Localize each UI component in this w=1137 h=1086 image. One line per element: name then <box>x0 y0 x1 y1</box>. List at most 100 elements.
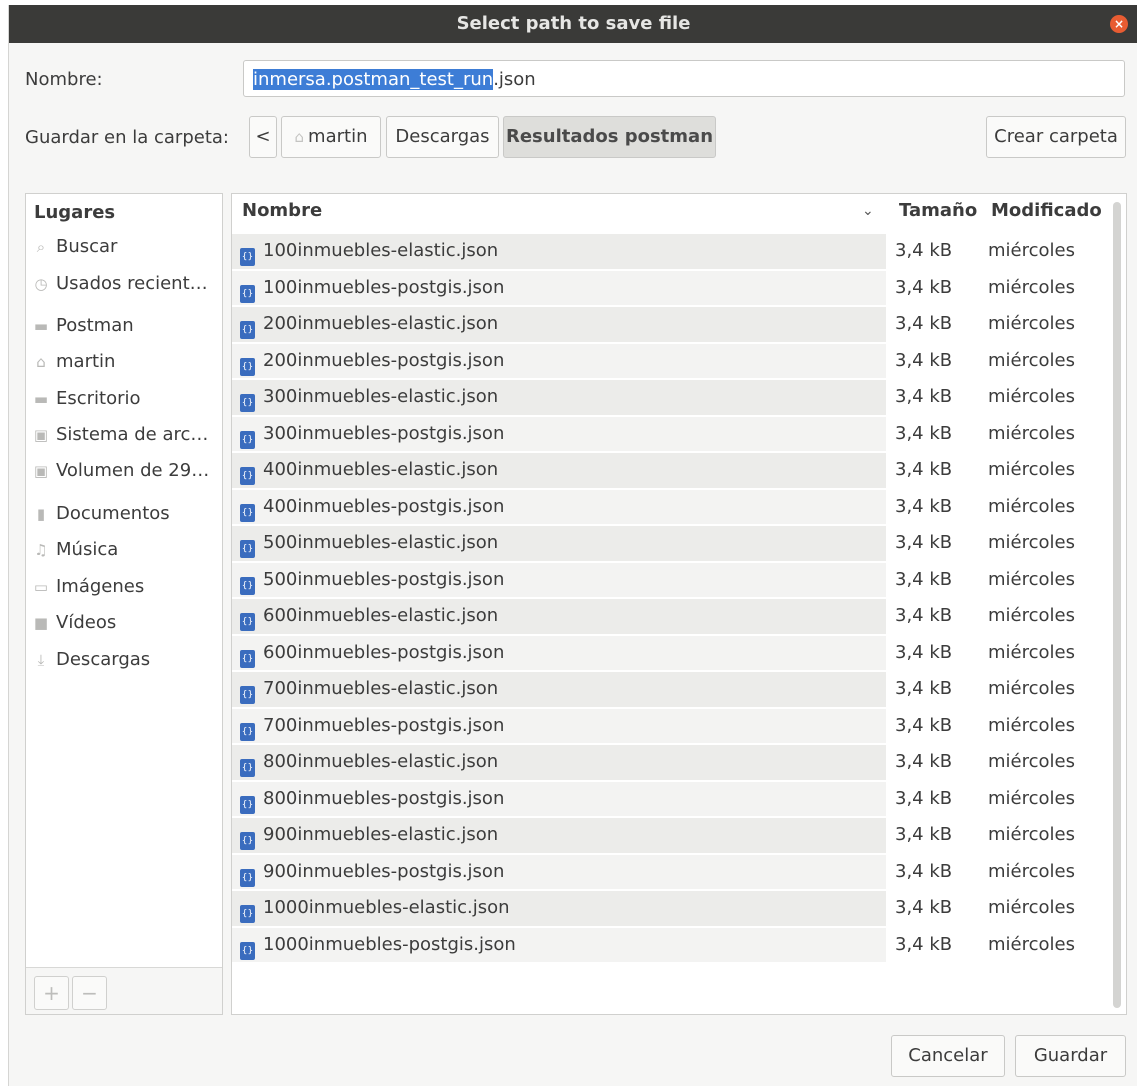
file-name-cell: {} 400inmuebles-elastic.json <box>232 453 886 488</box>
file-name-cell: {} 200inmuebles-postgis.json <box>232 343 886 378</box>
sidebar-item-videos[interactable]: ■ Vídeos <box>32 608 116 638</box>
sidebar-item-martin[interactable]: ⌂ martin <box>32 347 115 377</box>
file-list: Nombre ⌄ Tamaño Modificado {} 100inmueble… <box>231 193 1127 1015</box>
table-row[interactable]: {} 400inmuebles-elastic.json 3,4 kB miércol… <box>232 452 1110 489</box>
file-name: 900inmuebles-postgis.json <box>263 860 505 882</box>
places-sidebar: Lugares ⌕ Buscar ◷ Usados recient… ▬ Postma… <box>25 193 223 1015</box>
file-modified: miércoles <box>988 276 1075 298</box>
json-file-icon: {} <box>240 613 255 631</box>
json-file-icon: {} <box>240 357 255 376</box>
json-file-icon: {} <box>240 576 255 595</box>
table-row[interactable]: {} 900inmuebles-postgis.json 3,4 kB miércol… <box>232 854 1110 891</box>
table-row[interactable]: {} 300inmuebles-elastic.json 3,4 kB miércol… <box>232 379 1110 416</box>
file-name-cell: {} 200inmuebles-elastic.json <box>232 307 886 342</box>
file-modified: miércoles <box>988 678 1075 699</box>
table-row[interactable]: {} 700inmuebles-postgis.json 3,4 kB miércol… <box>232 708 1110 745</box>
cancel-button[interactable]: Cancelar <box>891 1035 1005 1077</box>
file-name: 600inmuebles-elastic.json <box>263 605 499 626</box>
create-folder-button[interactable]: Crear carpeta <box>986 116 1126 158</box>
json-file-icon: {} <box>240 540 255 558</box>
json-file-icon: {} <box>240 394 255 412</box>
file-modified: miércoles <box>988 641 1075 663</box>
table-row[interactable]: {} 600inmuebles-elastic.json 3,4 kB miércol… <box>232 598 1110 635</box>
file-name-cell: {} 900inmuebles-postgis.json <box>232 854 886 889</box>
sidebar-item-label: Escritorio <box>56 388 141 409</box>
clock-icon: ◷ <box>34 275 48 293</box>
path-back-button[interactable]: < <box>249 116 277 158</box>
sidebar-item-imagenes[interactable]: ▭ Imágenes <box>32 572 144 602</box>
sidebar-item-postman[interactable]: ▬ Postman <box>32 311 134 341</box>
path-crumb-label: Descargas <box>395 126 490 147</box>
table-row[interactable]: {} 500inmuebles-postgis.json 3,4 kB miércol… <box>232 562 1110 599</box>
table-row[interactable]: {} 100inmuebles-elastic.json 3,4 kB miércol… <box>232 233 1110 270</box>
sidebar-item-recent[interactable]: ◷ Usados recient… <box>32 269 207 299</box>
vertical-scrollbar[interactable] <box>1113 202 1121 1008</box>
table-row[interactable]: {} 300inmuebles-postgis.json 3,4 kB miércol… <box>232 416 1110 453</box>
column-header-modified[interactable]: Modificado <box>991 194 1102 228</box>
file-name: 600inmuebles-postgis.json <box>263 641 505 663</box>
path-crumb-martin[interactable]: ⌂ martin <box>281 116 381 158</box>
close-icon[interactable]: × <box>1110 15 1128 33</box>
file-size: 3,4 kB <box>895 276 953 298</box>
file-name: 700inmuebles-elastic.json <box>263 678 499 699</box>
file-size: 3,4 kB <box>895 532 953 553</box>
file-name: 1000inmuebles-elastic.json <box>263 897 510 918</box>
minus-icon: − <box>81 981 98 1005</box>
remove-place-button[interactable]: − <box>72 976 107 1010</box>
table-row[interactable]: {} 100inmuebles-postgis.json 3,4 kB miércol… <box>232 270 1110 307</box>
file-name: 900inmuebles-elastic.json <box>263 824 499 845</box>
sidebar-item-documentos[interactable]: ▮ Documentos <box>32 499 170 529</box>
table-row[interactable]: {} 200inmuebles-elastic.json 3,4 kB miércol… <box>232 306 1110 343</box>
table-row[interactable]: {} 500inmuebles-elastic.json 3,4 kB miércol… <box>232 525 1110 562</box>
table-row[interactable]: {} 800inmuebles-postgis.json 3,4 kB miércol… <box>232 781 1110 818</box>
sidebar-item-musica[interactable]: ♫ Música <box>32 535 118 565</box>
table-row[interactable]: {} 600inmuebles-postgis.json 3,4 kB miércol… <box>232 635 1110 672</box>
file-name-cell: {} 100inmuebles-postgis.json <box>232 270 886 305</box>
json-file-icon: {} <box>240 284 255 303</box>
file-name: 800inmuebles-elastic.json <box>263 751 499 772</box>
file-modified: miércoles <box>988 824 1075 845</box>
sidebar-item-escritorio[interactable]: ▬ Escritorio <box>32 384 141 414</box>
table-row[interactable]: {} 400inmuebles-postgis.json 3,4 kB miércol… <box>232 489 1110 526</box>
file-modified: miércoles <box>988 751 1075 772</box>
sidebar-item-buscar[interactable]: ⌕ Buscar <box>32 232 118 262</box>
file-size: 3,4 kB <box>895 678 953 699</box>
desktop-icon: ▬ <box>33 390 49 408</box>
column-header-size[interactable]: Tamaño <box>899 194 977 228</box>
file-size: 3,4 kB <box>895 897 953 918</box>
save-button[interactable]: Guardar <box>1015 1035 1126 1077</box>
filename-input[interactable]: inmersa.postman_test_run.json <box>243 60 1125 97</box>
filename-selected-text: inmersa.postman_test_run <box>253 69 494 90</box>
file-modified: miércoles <box>988 349 1075 371</box>
sidebar-item-descargas[interactable]: ⤓ Descargas <box>32 645 151 675</box>
search-icon: ⌕ <box>36 238 46 256</box>
file-name: 700inmuebles-postgis.json <box>263 714 505 736</box>
sidebar-item-volumen[interactable]: ▣ Volumen de 29… <box>32 456 209 486</box>
file-name: 800inmuebles-postgis.json <box>263 787 505 809</box>
json-file-icon: {} <box>240 722 255 741</box>
column-header-name[interactable]: Nombre ⌄ <box>242 194 882 228</box>
file-name: 200inmuebles-postgis.json <box>263 349 505 371</box>
home-icon: ⌂ <box>36 353 46 371</box>
sidebar-item-label: Documentos <box>56 503 170 524</box>
plus-icon: + <box>43 981 60 1005</box>
sidebar-item-sistema[interactable]: ▣ Sistema de arc… <box>32 420 208 450</box>
file-name-cell: {} 800inmuebles-postgis.json <box>232 781 886 816</box>
table-row[interactable]: {} 800inmuebles-elastic.json 3,4 kB miércol… <box>232 744 1110 781</box>
table-row[interactable]: {} 1000inmuebles-postgis.json 3,4 kB miérco… <box>232 927 1110 964</box>
table-row[interactable]: {} 900inmuebles-elastic.json 3,4 kB miércol… <box>232 817 1110 854</box>
table-row[interactable]: {} 1000inmuebles-elastic.json 3,4 kB miérco… <box>232 890 1110 927</box>
file-name-cell: {} 300inmuebles-elastic.json <box>232 380 886 415</box>
file-size: 3,4 kB <box>895 860 953 882</box>
file-modified: miércoles <box>988 422 1075 444</box>
file-name: 300inmuebles-postgis.json <box>263 422 505 444</box>
sidebar-item-label: Volumen de 29… <box>56 460 210 481</box>
file-size: 3,4 kB <box>895 787 953 809</box>
path-crumb-descargas[interactable]: Descargas <box>386 116 499 158</box>
json-file-icon: {} <box>240 248 255 266</box>
table-row[interactable]: {} 700inmuebles-elastic.json 3,4 kB miércol… <box>232 671 1110 708</box>
add-place-button[interactable]: + <box>34 976 69 1010</box>
filename-extension-text: .json <box>493 69 536 90</box>
path-crumb-resultados-postman[interactable]: Resultados postman <box>503 116 716 158</box>
table-row[interactable]: {} 200inmuebles-postgis.json 3,4 kB miércol… <box>232 343 1110 380</box>
